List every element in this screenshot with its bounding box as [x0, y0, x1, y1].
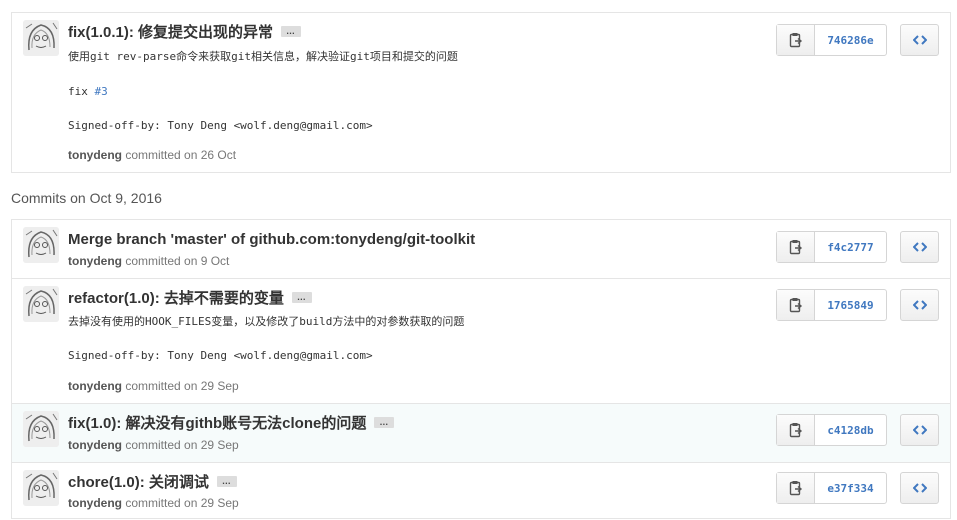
commit-author[interactable]: tonydeng: [68, 148, 122, 162]
browse-repo-button[interactable]: [900, 289, 939, 321]
commit-date: committed on 9 Oct: [122, 254, 230, 268]
commit-meta: tonydeng committed on 9 Oct: [68, 253, 229, 269]
clipboard-icon: [789, 298, 802, 313]
fix-label: fix: [68, 85, 95, 98]
clipboard-icon: [789, 240, 802, 255]
signed-off-line: Signed-off-by: Tony Deng <wolf.deng@gmai…: [68, 349, 373, 362]
commit-meta: tonydeng committed on 29 Sep: [68, 437, 239, 453]
browse-repo-button[interactable]: [900, 414, 939, 446]
avatar-image: [23, 286, 59, 322]
avatar[interactable]: [23, 411, 59, 447]
commit-row: refactor(1.0): 去掉不需要的变量 … 去掉没有使用的HOOK_FIL…: [12, 278, 950, 403]
commit-fix-line: fix #3: [68, 85, 108, 99]
commit-sha-link[interactable]: c4128db: [815, 415, 886, 445]
commit-meta: tonydeng committed on 29 Sep: [68, 378, 239, 394]
description-line: 使用git rev-parse命令来获取git相关信息，解决验证git项目和提交…: [68, 50, 458, 63]
avatar-image: [23, 411, 59, 447]
avatar-image: [23, 227, 59, 263]
commit-row: fix(1.0): 解决没有githb账号无法clone的问题 … tonyden…: [12, 403, 950, 462]
commit-author[interactable]: tonydeng: [68, 496, 122, 510]
commit-sha-link[interactable]: 746286e: [815, 25, 886, 55]
browse-repo-button[interactable]: [900, 472, 939, 504]
sha-button-group: e37f334: [776, 472, 887, 504]
commit-date: committed on 29 Sep: [122, 496, 239, 510]
avatar[interactable]: [23, 20, 59, 56]
expand-description-button[interactable]: …: [216, 475, 237, 487]
copy-sha-button[interactable]: [777, 25, 815, 55]
clipboard-icon: [789, 481, 802, 496]
expand-description-button[interactable]: …: [374, 416, 395, 428]
commit-group: Merge branch 'master' of github.com:tony…: [11, 219, 951, 519]
clipboard-icon: [789, 33, 802, 48]
browse-repo-button[interactable]: [900, 231, 939, 263]
code-icon: [912, 242, 927, 252]
avatar-image: [23, 470, 59, 506]
avatar[interactable]: [23, 470, 59, 506]
commit-row: fix(1.0.1): 修复提交出现的异常 … 使用git rev-parse命令…: [12, 13, 950, 172]
avatar[interactable]: [23, 286, 59, 322]
copy-sha-button[interactable]: [777, 473, 815, 503]
commit-sha-link[interactable]: e37f334: [815, 473, 886, 503]
commit-description: 去掉没有使用的HOOK_FILES变量，以及修改了build方法中的对参数获取的…: [68, 315, 465, 328]
commit-group: fix(1.0.1): 修复提交出现的异常 … 使用git rev-parse命令…: [11, 12, 951, 173]
commit-date: committed on 29 Sep: [122, 438, 239, 452]
signed-off-line: Signed-off-by: Tony Deng <wolf.deng@gmai…: [68, 119, 373, 132]
avatar[interactable]: [23, 227, 59, 263]
commit-title[interactable]: chore(1.0): 关闭调试: [68, 474, 209, 491]
commit-meta: tonydeng committed on 26 Oct: [68, 147, 236, 163]
commit-title[interactable]: refactor(1.0): 去掉不需要的变量: [68, 290, 284, 307]
sha-button-group: c4128db: [776, 414, 887, 446]
expand-description-button[interactable]: …: [281, 25, 302, 37]
code-icon: [912, 35, 927, 45]
commit-sha-link[interactable]: 1765849: [815, 290, 886, 320]
expand-description-button[interactable]: …: [291, 291, 312, 303]
code-icon: [912, 483, 927, 493]
copy-sha-button[interactable]: [777, 232, 815, 262]
issue-link[interactable]: #3: [95, 85, 108, 98]
sha-button-group: 1765849: [776, 289, 887, 321]
copy-sha-button[interactable]: [777, 290, 815, 320]
avatar-image: [23, 20, 59, 56]
code-icon: [912, 425, 927, 435]
commit-sha-link[interactable]: f4c2777: [815, 232, 886, 262]
commit-author[interactable]: tonydeng: [68, 438, 122, 452]
commit-title[interactable]: fix(1.0.1): 修复提交出现的异常: [68, 24, 273, 41]
commit-row: Merge branch 'master' of github.com:tony…: [12, 220, 950, 278]
copy-sha-button[interactable]: [777, 415, 815, 445]
commit-author[interactable]: tonydeng: [68, 379, 122, 393]
commit-meta: tonydeng committed on 29 Sep: [68, 495, 239, 511]
clipboard-icon: [789, 423, 802, 438]
code-icon: [912, 300, 927, 310]
commit-title[interactable]: fix(1.0): 解决没有githb账号无法clone的问题: [68, 415, 366, 432]
commit-row: chore(1.0): 关闭调试 … tonydeng committed on …: [12, 462, 950, 520]
sha-button-group: 746286e: [776, 24, 887, 56]
commit-date: committed on 26 Oct: [122, 148, 237, 162]
browse-repo-button[interactable]: [900, 24, 939, 56]
commit-title[interactable]: Merge branch 'master' of github.com:tony…: [68, 231, 475, 248]
sha-button-group: f4c2777: [776, 231, 887, 263]
commit-author[interactable]: tonydeng: [68, 254, 122, 268]
date-heading: Commits on Oct 9, 2016: [11, 190, 162, 206]
commit-date: committed on 29 Sep: [122, 379, 239, 393]
commit-description: 使用git rev-parse命令来获取git相关信息，解决验证git项目和提交…: [68, 50, 458, 64]
